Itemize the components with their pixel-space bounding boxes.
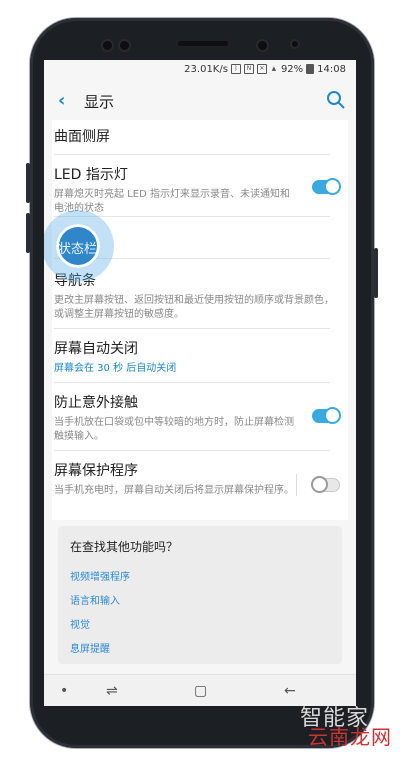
setting-title: 防止意外接触 [54, 395, 138, 411]
related-link-language-input[interactable]: 语言和输入 [70, 592, 120, 607]
setting-subtitle: 更改主屏幕按钮、返回按钮和最近使用按钮的顺序或背景颜色，或调整主屏幕按钮的敏感度… [54, 295, 334, 320]
setting-led-indicator[interactable]: LED 指示灯 屏幕熄灭时亮起 LED 指示灯来显示录音、未读通知和电池的状态 [54, 164, 294, 216]
related-link-video-enhancer[interactable]: 视频增强程序 [70, 568, 130, 583]
setting-accidental-touch[interactable]: 防止意外接触 当手机放在口袋或包中等较暗的地方时，防止屏幕检测触摸输入。 [54, 392, 294, 444]
related-title: 在查找其他功能吗？ [70, 540, 179, 554]
app-bar: ‹ 显示 [44, 82, 356, 118]
screensaver-toggle[interactable] [311, 476, 340, 493]
related-link-aod[interactable]: 息屏提醒 [70, 640, 110, 655]
setting-title: 屏幕自动关闭 [54, 341, 138, 357]
dot-icon[interactable]: • [60, 683, 68, 699]
setting-screensaver[interactable]: 屏幕保护程序 当手机充电时，屏幕自动关闭后将显示屏幕保护程序。 [54, 460, 294, 498]
setting-title: LED 指示灯 [54, 167, 128, 183]
back-icon[interactable]: ← [284, 683, 296, 699]
volume-button [26, 163, 30, 203]
status-bar-setting-label[interactable]: 状态栏 [58, 238, 97, 257]
recents-icon[interactable]: ⇌ [106, 683, 118, 699]
divider [54, 382, 330, 383]
bluetooth-icon: ᛒ [230, 64, 241, 74]
watermark-site-text: 云南龙网 [308, 725, 392, 749]
front-camera [103, 41, 112, 50]
related-link-vision[interactable]: 视觉 [70, 616, 90, 631]
divider [54, 450, 330, 451]
divider [54, 328, 330, 329]
page-title: 显示 [84, 93, 115, 111]
related-features-box: 在查找其他功能吗？ 视频增强程序 语言和输入 视觉 息屏提醒 [58, 526, 342, 664]
earpiece-speaker [178, 41, 228, 46]
setting-subtitle: 当手机放在口袋或包中等较暗的地方时，防止屏幕检测触摸输入。 [54, 417, 294, 442]
setting-curved-edge[interactable]: 曲面侧屏 [54, 126, 338, 146]
search-icon[interactable] [326, 90, 346, 110]
iris-sensor [292, 41, 298, 47]
iris-camera [258, 41, 267, 50]
mute-icon: ✕ [256, 64, 267, 74]
power-button [374, 248, 378, 298]
watermark-site: 云南龙网 [308, 721, 392, 750]
home-icon[interactable]: ▢ [194, 683, 207, 699]
nfc-icon: N [243, 64, 254, 74]
network-speed: 23.01K/s [184, 63, 228, 75]
back-arrow-icon[interactable]: ‹ [58, 90, 65, 111]
setting-title: 曲面侧屏 [54, 129, 110, 145]
status-bar: 23.01K/s ᛒ N ✕ ▴ 92% 14:08 [44, 60, 356, 78]
divider [54, 154, 330, 155]
signal-icon: ▴ [271, 64, 277, 74]
battery-icon [306, 64, 315, 74]
setting-navigation-bar[interactable]: 导航条 更改主屏幕按钮、返回按钮和最近使用按钮的顺序或背景颜色，或调整主屏幕按钮… [54, 270, 338, 322]
led-toggle[interactable] [312, 178, 341, 195]
screen: 23.01K/s ᛒ N ✕ ▴ 92% 14:08 ‹ 显示 曲面侧屏 LED… [44, 60, 356, 706]
setting-subtitle: 屏幕会在 30 秒 后自动关闭 [54, 363, 177, 374]
setting-screen-timeout[interactable]: 屏幕自动关闭 屏幕会在 30 秒 后自动关闭 [54, 338, 338, 376]
clock: 14:08 [317, 63, 346, 75]
accidental-touch-toggle[interactable] [312, 407, 341, 424]
sensor-icon [120, 41, 129, 50]
divider [296, 474, 297, 496]
setting-subtitle: 当手机充电时，屏幕自动关闭后将显示屏幕保护程序。 [54, 485, 294, 496]
setting-title: 屏幕保护程序 [54, 463, 138, 479]
bixby-button [26, 213, 30, 253]
battery-percent: 92% [280, 63, 304, 75]
